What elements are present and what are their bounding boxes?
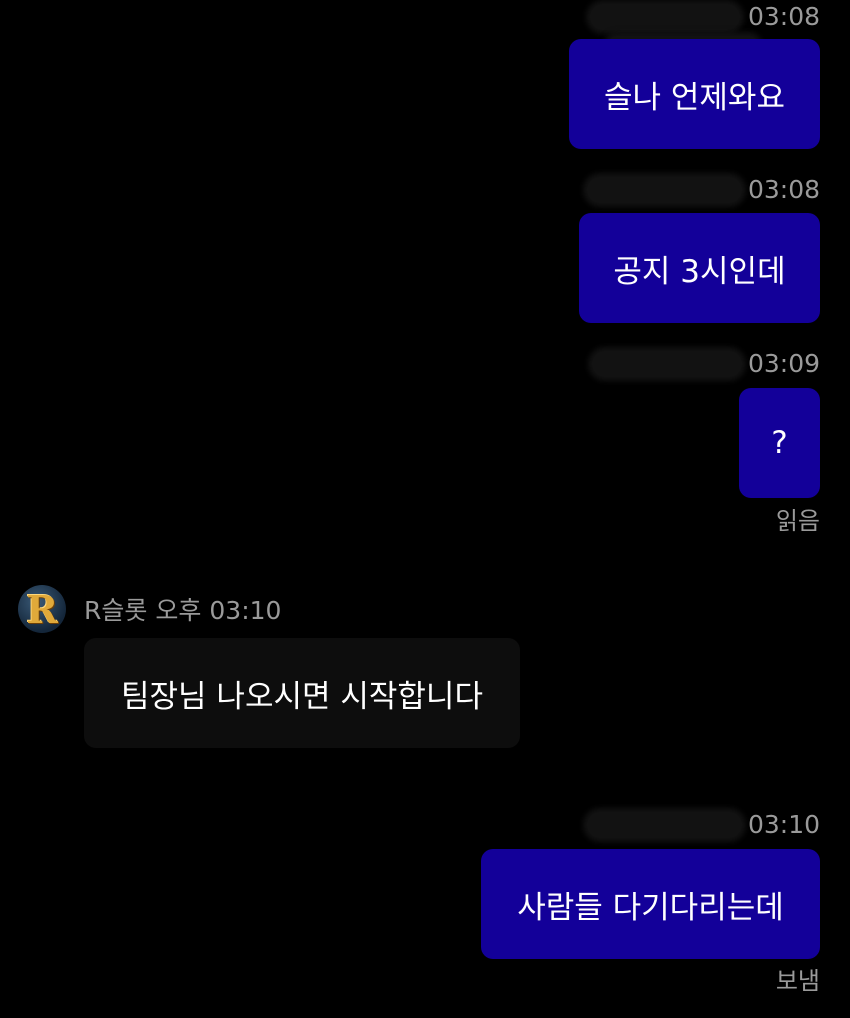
sender-avatar[interactable]: R (18, 585, 66, 633)
message-text: 팀장님 나오시면 시작합니다 (121, 678, 483, 715)
message-text: 공지 3시인데 (613, 253, 786, 290)
redacted-sender-name (590, 4, 740, 30)
sender-name: R슬롯 (84, 596, 148, 625)
message-time: 03:08 (747, 175, 820, 204)
sender-info: R슬롯 오후 03:10 (84, 596, 281, 626)
redacted-sender-name (587, 177, 742, 203)
message-text: 슬나 언제와요 (604, 79, 785, 116)
outgoing-message-bubble[interactable]: 공지 3시인데 (579, 213, 820, 323)
outgoing-message-bubble[interactable]: ? (739, 388, 820, 498)
gold-letter-r-avatar-icon: R (26, 586, 58, 632)
message-ampm: 오후 (155, 596, 202, 625)
incoming-message-bubble[interactable]: 팀장님 나오시면 시작합니다 (84, 638, 520, 748)
message-time: 03:10 (747, 810, 820, 839)
redacted-sender-name (587, 812, 742, 838)
message-time: 03:08 (747, 2, 820, 31)
message-time: 03:09 (747, 349, 820, 378)
message-text: 사람들 다기다리는데 (517, 889, 784, 926)
message-time: 03:10 (209, 596, 282, 625)
read-status: 읽음 (775, 507, 820, 535)
outgoing-message-bubble[interactable]: 사람들 다기다리는데 (481, 849, 820, 959)
message-text: ? (771, 425, 788, 461)
outgoing-message-bubble[interactable]: 슬나 언제와요 (569, 39, 820, 149)
sent-status: 보냄 (775, 967, 820, 995)
redacted-sender-name (592, 351, 742, 377)
